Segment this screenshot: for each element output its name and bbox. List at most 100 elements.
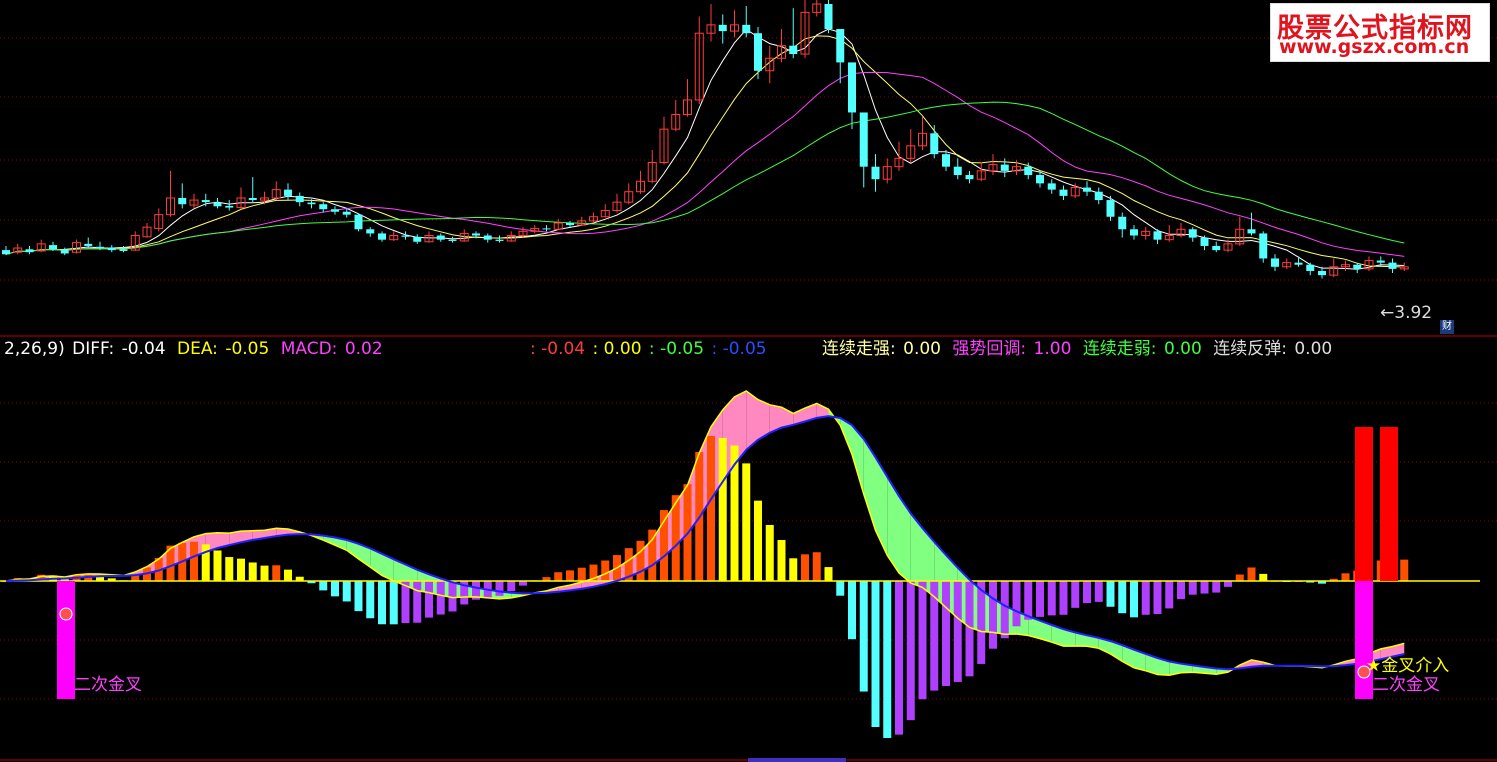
macd-bar <box>1083 581 1091 604</box>
macd-bar <box>836 581 845 596</box>
signal-dot-1 <box>59 607 73 621</box>
candle-body-down <box>754 33 762 71</box>
candle-body-down <box>436 235 445 240</box>
candle-body-down <box>836 29 845 63</box>
macd-bar <box>871 581 880 727</box>
legend-diff-value: -0.04 <box>121 339 166 359</box>
candle-body-down <box>859 112 868 167</box>
signal-column-2 <box>1355 581 1373 699</box>
macd-bar <box>425 581 433 618</box>
macd-bar <box>1141 581 1150 615</box>
candle-body-down <box>472 233 480 236</box>
macd-bar <box>495 581 504 596</box>
candle-body-down <box>354 214 363 230</box>
legend-s1-value: 0.00 <box>903 339 941 359</box>
macd-bar <box>237 558 245 581</box>
macd-bar <box>1000 581 1009 639</box>
candle-body-down <box>25 249 34 253</box>
macd-bar <box>284 569 292 581</box>
candle-body-down <box>789 45 798 55</box>
candle-body-down <box>1294 262 1303 265</box>
candle-body-down <box>84 243 93 246</box>
candle-body-down <box>1047 183 1056 190</box>
macd-bar <box>895 581 903 735</box>
legend-v2: : 0.00 <box>592 339 642 359</box>
candle-body-down <box>1200 237 1209 246</box>
macd-bar <box>389 581 398 625</box>
candle-body-down <box>1094 191 1103 201</box>
macd-bar <box>1012 581 1021 627</box>
site-watermark: 股票公式指标网 www.gszx.com.cn <box>1270 3 1490 62</box>
candle-body-down <box>1247 229 1256 234</box>
legend-s3-value: 0.00 <box>1163 339 1202 359</box>
candle-body-down <box>295 195 304 203</box>
candle-body-down <box>1024 166 1033 176</box>
legend-s3-label: 连续走弱: <box>1082 339 1157 359</box>
macd-bar <box>248 562 257 581</box>
macd-bar <box>848 581 856 640</box>
last-price-label: ←3.92 <box>1380 303 1433 323</box>
candle-body-down <box>448 239 457 241</box>
macd-bar <box>554 572 563 581</box>
candle-body-down <box>483 235 492 240</box>
candle-body-down <box>248 197 257 201</box>
candle-body-down <box>871 166 880 180</box>
candle-body-down <box>1271 258 1279 267</box>
candle-body-down <box>942 154 950 167</box>
macd-bar <box>448 581 457 612</box>
legend-s4-value: 0.00 <box>1294 339 1333 359</box>
legend-v4: : -0.05 <box>711 339 767 359</box>
indicator-legend: 2,26,9) DIFF: -0.04 DEA: -0.05 MACD: 0.0… <box>4 338 385 360</box>
macd-bar <box>789 558 798 581</box>
candle-body-down <box>378 233 386 240</box>
macd-bar <box>225 557 234 581</box>
candle-body-down <box>1188 229 1197 238</box>
candle-body-down <box>1388 262 1397 269</box>
signal-column-1 <box>57 581 75 699</box>
signal-bar-red-2 <box>1380 427 1398 581</box>
macd-bar <box>859 581 868 692</box>
legend-s1-label: 连续走强: <box>822 339 896 359</box>
macd-bar <box>754 500 762 581</box>
macd-bar <box>354 581 363 612</box>
macd-bar <box>436 581 445 615</box>
macd-bar <box>742 463 751 581</box>
candle-body-down <box>965 175 974 180</box>
macd-bar <box>883 581 892 738</box>
watermark-url: www.gszx.com.cn <box>1279 36 1470 58</box>
candle-body-down <box>342 211 351 215</box>
legend-macd-label: MACD: <box>280 339 338 359</box>
candle-body-down <box>742 24 751 34</box>
macd-bar <box>953 581 962 682</box>
legend-dea-value: -0.05 <box>225 339 270 359</box>
candle-body-down <box>201 200 210 203</box>
macd-bar <box>1106 581 1115 607</box>
candle-body-down <box>1059 189 1068 196</box>
macd-bar <box>1059 581 1068 615</box>
indicator-legend-values: : -0.04 : 0.00 : -0.05 : -0.05 <box>530 338 769 360</box>
macd-bar <box>1259 573 1268 581</box>
signal-golden-cross-buy: ★金叉介入 <box>1366 656 1450 676</box>
macd-bar <box>1036 581 1044 617</box>
candle-body-down <box>824 4 833 30</box>
macd-bar <box>1212 581 1221 593</box>
candle-body-down <box>331 209 339 212</box>
macd-bar <box>1224 581 1232 587</box>
candle-body-down <box>49 245 57 250</box>
legend-v3: : -0.05 <box>648 339 705 359</box>
candle-body-down <box>96 246 104 249</box>
legend-s2-value: 1.00 <box>1033 339 1072 359</box>
candle-body-down <box>718 24 727 32</box>
macd-bar <box>812 552 821 581</box>
legend-macd-value: 0.02 <box>344 339 383 359</box>
macd-bar <box>319 581 328 591</box>
candle-body-down <box>319 204 328 210</box>
macd-bar <box>1235 574 1244 581</box>
candle-body-down <box>1000 164 1009 171</box>
candle-body-down <box>366 229 375 234</box>
candle-body-down <box>307 202 316 205</box>
legend-s2-label: 强势回调: <box>952 339 1027 359</box>
macd-bar <box>765 524 774 581</box>
finance-badge[interactable]: 财 <box>1440 320 1454 334</box>
candle-body-down <box>1353 264 1362 269</box>
